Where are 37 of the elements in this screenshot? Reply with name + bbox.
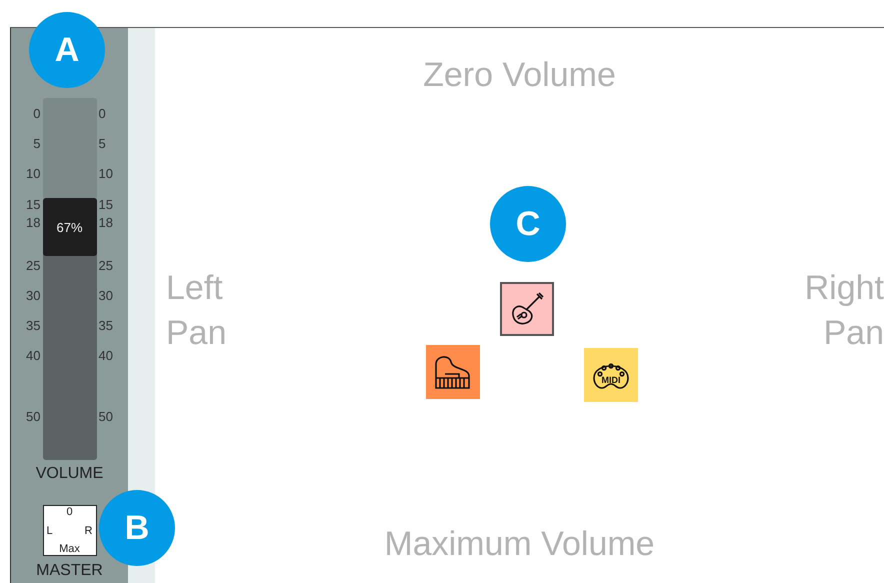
scale-label: 50	[26, 409, 40, 424]
volume-fader-track[interactable]: 67%	[42, 98, 96, 460]
scale-label: 35	[98, 318, 113, 333]
volume-fader-thumb[interactable]: 67%	[42, 198, 96, 256]
scale-label: 18	[26, 215, 40, 230]
maximum-volume-label: Maximum Volume	[384, 525, 655, 563]
right-pan-label: Right	[804, 268, 884, 309]
pan-top-label: 0	[65, 506, 74, 518]
instrument-tile[interactable]	[426, 345, 480, 399]
scale-label: 5	[98, 136, 106, 151]
pan-left-label: L	[46, 524, 54, 536]
scale-label: 40	[98, 348, 113, 363]
scale-label: 15	[98, 197, 113, 212]
callout-marker: C	[490, 186, 566, 262]
zero-volume-label: Zero Volume	[423, 56, 616, 94]
scale-label: 25	[98, 258, 113, 273]
scale-label: 0	[33, 106, 40, 121]
right-pan-label: Pan	[824, 313, 884, 354]
left-pan-label: Left	[166, 268, 223, 309]
master-pan-pad[interactable]: 0 L R Max	[42, 505, 96, 556]
scale-label: 15	[26, 197, 40, 212]
scale-label: 30	[26, 288, 40, 303]
pan-right-label: R	[84, 524, 94, 536]
scale-label: 10	[26, 166, 40, 181]
scale-label: 0	[98, 106, 106, 121]
scale-label: 30	[98, 288, 113, 303]
volume-label: VOLUME	[36, 465, 104, 483]
scale-label: 40	[26, 348, 40, 363]
scale-label: 50	[98, 409, 113, 424]
scale-label: 10	[98, 166, 113, 181]
scale-label: 25	[26, 258, 40, 273]
left-pan-label: Pan	[166, 313, 226, 354]
instrument-tile[interactable]	[500, 282, 554, 336]
scale-label: 35	[26, 318, 40, 333]
scale-label: 5	[33, 136, 40, 151]
scale-label: 18	[98, 215, 113, 230]
pan-bottom-label: Max	[58, 543, 81, 555]
